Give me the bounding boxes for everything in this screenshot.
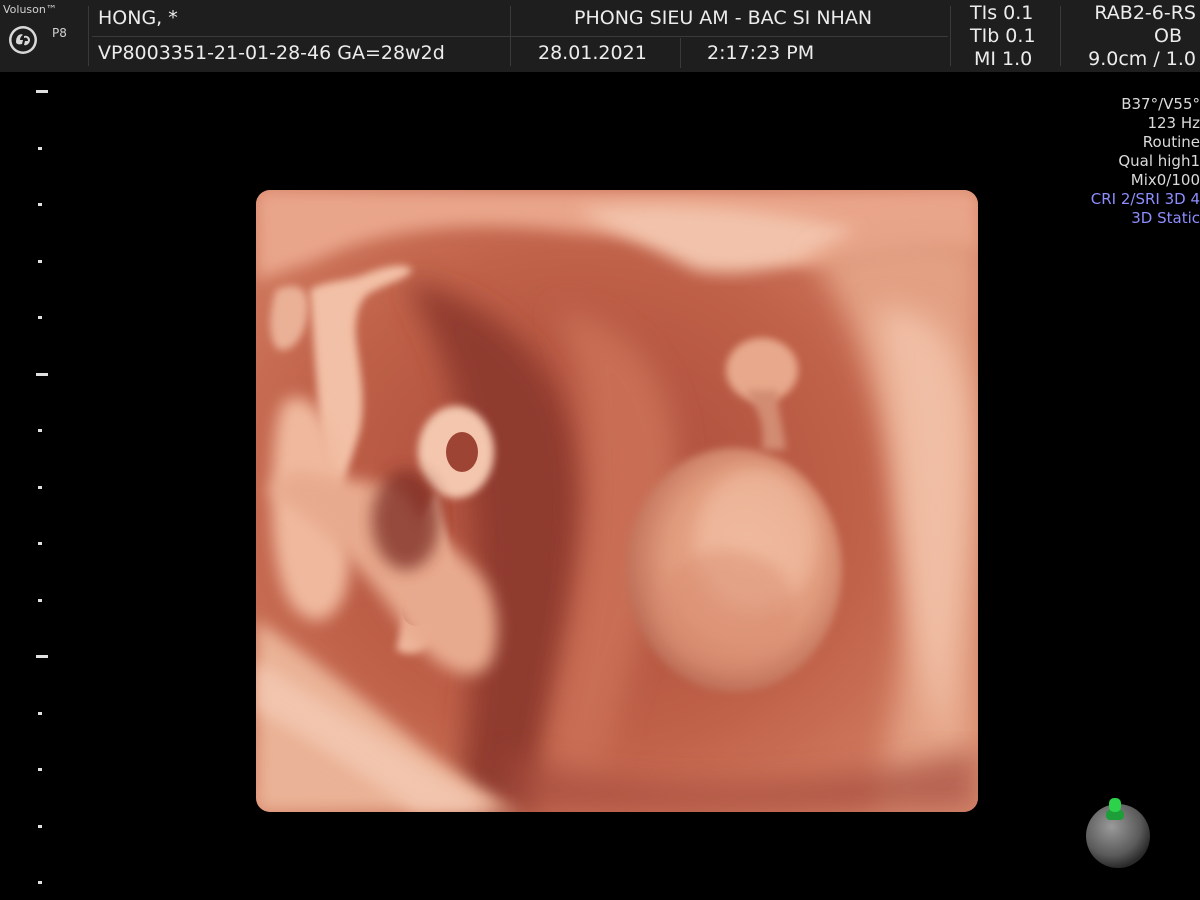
angle-param: B37°/V55° [1121, 95, 1200, 113]
model-label: P8 [52, 26, 67, 40]
header-divider [950, 6, 951, 66]
depth-minor-tick [38, 429, 42, 432]
depth-scale [36, 90, 50, 890]
depth-minor-tick [38, 316, 42, 319]
header-divider [88, 6, 89, 66]
3d-render-volume [256, 190, 978, 812]
depth-minor-tick [38, 824, 42, 828]
mix-param: Mix0/100 [1130, 171, 1200, 189]
mechanical-index: MI 1.0 [974, 48, 1033, 70]
depth-major-tick [36, 372, 48, 376]
cri-sri-param: CRI 2/SRI 3D 4 [1090, 190, 1200, 208]
depth-minor-tick [38, 598, 42, 602]
ultrasound-screen: Voluson™ P8 HONG, * VP8003351-21-01-28-4… [0, 0, 1200, 900]
quality-param: Qual high1 [1118, 152, 1200, 170]
mode-param: Routine [1142, 133, 1200, 151]
brand-label: Voluson™ [3, 3, 57, 16]
header-divider [92, 36, 512, 37]
header-divider [680, 38, 681, 68]
exam-time: 2:17:23 PM [707, 42, 815, 64]
header-bar: Voluson™ P8 HONG, * VP8003351-21-01-28-4… [0, 0, 1200, 72]
depth-minor-tick [38, 485, 42, 489]
thermal-index-bone: TIb 0.1 [970, 25, 1036, 47]
patient-name: HONG, * [98, 7, 178, 29]
depth-major-tick [36, 655, 48, 658]
header-divider [512, 36, 948, 37]
depth-minor-tick [38, 259, 42, 263]
depth-minor-tick [38, 881, 42, 884]
probe-name: RAB2-6-RS [1094, 2, 1196, 24]
acquisition-parameters: B37°/V55° 123 Hz Routine Qual high1 Mix0… [1091, 95, 1200, 228]
header-divider [1060, 6, 1061, 66]
institution-name: PHONG SIEU AM - BAC SI NHAN [574, 7, 873, 29]
exam-date: 28.01.2021 [538, 42, 647, 64]
application-preset: OB [1154, 25, 1182, 47]
frequency-param: 123 Hz [1147, 114, 1200, 132]
depth-major-tick [36, 90, 48, 93]
depth-minor-tick [38, 711, 42, 715]
depth-minor-tick [38, 146, 42, 150]
ge-logo-icon [9, 26, 37, 54]
thermal-index-soft: TIs 0.1 [970, 2, 1034, 24]
depth-minor-tick [38, 203, 42, 206]
depth-minor-tick [38, 768, 42, 771]
depth-zoom: 9.0cm / 1.0 [1088, 48, 1196, 70]
render-mode-param: 3D Static [1131, 209, 1200, 227]
patient-id-gestational-age: VP8003351-21-01-28-46 GA=28w2d [98, 42, 445, 64]
orientation-marker-icon [1086, 798, 1150, 868]
depth-minor-tick [38, 542, 42, 545]
